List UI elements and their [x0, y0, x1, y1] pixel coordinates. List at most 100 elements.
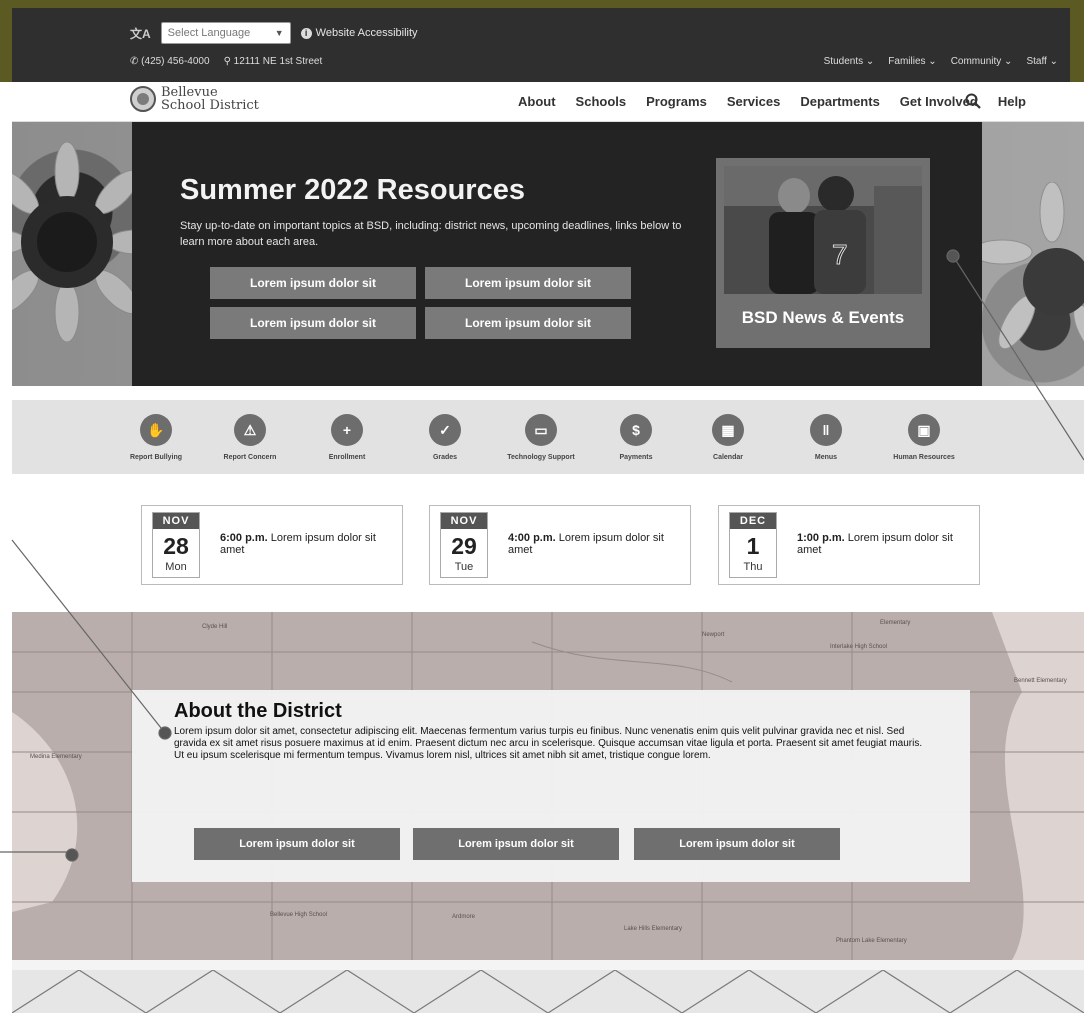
- quick-link-label: Menus: [814, 454, 838, 461]
- hero-banner: Summer 2022 Resources Stay up-to-date on…: [12, 122, 1084, 386]
- district-logo[interactable]: Bellevue School District: [130, 86, 259, 112]
- about-button-1[interactable]: Lorem ipsum dolor sit: [194, 828, 400, 860]
- quick-links-bar: ✋ Report Bullying ⚠ Report Concern + Enr…: [12, 400, 1084, 474]
- dollar-icon: $: [620, 414, 652, 446]
- district-map: Elementary Bennett Elementary Medina Ele…: [12, 612, 1084, 960]
- address-link[interactable]: ⚲ 12111 NE 1st Street: [224, 56, 323, 67]
- quick-link-human-resources[interactable]: ▣ Human Resources: [876, 414, 972, 461]
- map-label: Interlake High School: [830, 644, 887, 650]
- softball-players-image: 7: [724, 166, 922, 294]
- hero-button-1[interactable]: Lorem ipsum dolor sit: [210, 267, 416, 299]
- logo-text: Bellevue School District: [161, 86, 259, 112]
- utensils-icon: ǁ: [810, 414, 842, 446]
- hero-description: Stay up-to-date on important topics at B…: [180, 220, 682, 248]
- nav-schools[interactable]: Schools: [576, 94, 627, 109]
- location-pin-icon: ⚲: [223, 56, 234, 67]
- event-day: 28: [163, 533, 189, 559]
- accessibility-label: Website Accessibility: [315, 27, 418, 39]
- page: 文A Select Language ▼ i Website Accessibi…: [0, 0, 1084, 1013]
- map-label: Bellevue High School: [270, 912, 327, 918]
- event-card-3[interactable]: DEC 1 Thu 1:00 p.m. Lorem ipsum dolor si…: [718, 505, 980, 585]
- search-icon[interactable]: [964, 92, 982, 110]
- audience-families[interactable]: Families ⌄: [888, 56, 936, 67]
- map-label: Bennett Elementary: [1014, 678, 1067, 684]
- event-card-1[interactable]: NOV 28 Mon 6:00 p.m. Lorem ipsum dolor s…: [141, 505, 403, 585]
- event-month: DEC: [730, 513, 776, 529]
- quick-link-report-concern[interactable]: ⚠ Report Concern: [202, 414, 298, 461]
- event-card-2[interactable]: NOV 29 Tue 4:00 p.m. Lorem ipsum dolor s…: [429, 505, 691, 585]
- about-button-3[interactable]: Lorem ipsum dolor sit: [634, 828, 840, 860]
- phone-link[interactable]: ✆ (425) 456-4000: [130, 56, 210, 67]
- nav-help[interactable]: Help: [998, 94, 1026, 109]
- nav-departments[interactable]: Departments: [800, 94, 879, 109]
- audience-students[interactable]: Students ⌄: [824, 56, 875, 67]
- chevron-down-icon: ⌄: [865, 56, 875, 67]
- quick-link-payments[interactable]: $ Payments: [588, 414, 684, 461]
- about-button-2[interactable]: Lorem ipsum dolor sit: [413, 828, 619, 860]
- quick-link-menus[interactable]: ǁ Menus: [778, 414, 874, 461]
- calendar-icon: ▦: [712, 414, 744, 446]
- hero-panel: Summer 2022 Resources Stay up-to-date on…: [132, 122, 982, 386]
- chevron-down-icon: ▼: [274, 28, 284, 38]
- annotation-frame-right: [1070, 0, 1084, 82]
- event-description: 6:00 p.m. Lorem ipsum dolor sit amet: [220, 532, 390, 556]
- quick-link-label: Human Resources: [893, 454, 955, 461]
- nav-programs[interactable]: Programs: [646, 94, 707, 109]
- annotation-frame-top: [0, 0, 1084, 8]
- quick-link-enrollment[interactable]: + Enrollment: [299, 414, 395, 461]
- quick-link-label: Technology Support: [507, 454, 575, 461]
- audience-nav: Students ⌄ Families ⌄ Community ⌄ Staff …: [824, 56, 1058, 67]
- event-weekday: Tue: [454, 561, 474, 573]
- event-time: 4:00 p.m.: [508, 532, 556, 544]
- district-seal-icon: [130, 86, 156, 112]
- audience-community[interactable]: Community ⌄: [951, 56, 1013, 67]
- map-label: Medina Elementary: [30, 754, 82, 760]
- event-month: NOV: [153, 513, 199, 529]
- audience-staff[interactable]: Staff ⌄: [1026, 56, 1058, 67]
- nav-about[interactable]: About: [518, 94, 556, 109]
- jersey-number: 7: [832, 239, 848, 270]
- hand-icon: ✋: [140, 414, 172, 446]
- quick-link-report-bullying[interactable]: ✋ Report Bullying: [108, 414, 204, 461]
- about-district-card: About the District Lorem ipsum dolor sit…: [132, 690, 970, 882]
- event-month: NOV: [441, 513, 487, 529]
- check-icon: ✓: [429, 414, 461, 446]
- chevron-down-icon: ⌄: [1049, 56, 1058, 67]
- event-date-badge: NOV 29 Tue: [440, 512, 488, 578]
- news-photo: 7: [724, 166, 922, 294]
- accessibility-link[interactable]: i Website Accessibility: [300, 27, 418, 39]
- event-time: 1:00 p.m.: [797, 532, 845, 544]
- quick-link-label: Report Bullying: [129, 454, 183, 461]
- hero-button-3[interactable]: Lorem ipsum dolor sit: [210, 307, 416, 339]
- utility-bar: 文A Select Language ▼ i Website Accessibi…: [12, 8, 1070, 82]
- quick-link-grades[interactable]: ✓ Grades: [397, 414, 493, 461]
- map-label: Elementary: [880, 620, 910, 626]
- quick-link-technology-support[interactable]: ▭ Technology Support: [493, 414, 589, 461]
- utility-row-top: 文A Select Language ▼ i Website Accessibi…: [130, 22, 418, 44]
- language-select[interactable]: Select Language ▼: [160, 22, 291, 44]
- phone-number: (425) 456-4000: [141, 56, 210, 67]
- chevron-down-icon: ⌄: [1004, 56, 1013, 67]
- event-time: 6:00 p.m.: [220, 532, 268, 544]
- language-select-value: Select Language: [167, 27, 251, 39]
- hero-button-4[interactable]: Lorem ipsum dolor sit: [425, 307, 631, 339]
- address-text: 12111 NE 1st Street: [233, 56, 323, 67]
- news-events-card[interactable]: 7 BSD News & Events: [716, 158, 930, 348]
- laptop-icon: ▭: [525, 414, 557, 446]
- event-weekday: Mon: [165, 561, 187, 573]
- event-day: 1: [746, 533, 760, 559]
- map-label: Clyde Hill: [202, 624, 227, 630]
- quick-link-label: Calendar: [713, 454, 743, 461]
- audience-community-label: Community: [950, 56, 1002, 67]
- news-events-label: BSD News & Events: [741, 308, 905, 327]
- quick-link-calendar[interactable]: ▦ Calendar: [680, 414, 776, 461]
- info-icon: i: [300, 27, 312, 39]
- quick-link-label: Report Concern: [223, 454, 277, 461]
- audience-staff-label: Staff: [1026, 56, 1047, 67]
- quick-link-label: Enrollment: [328, 454, 366, 461]
- footer-band: [12, 960, 1084, 1013]
- about-text: Lorem ipsum dolor sit amet, consectetur …: [174, 726, 923, 761]
- add-user-icon: +: [331, 414, 363, 446]
- hero-button-2[interactable]: Lorem ipsum dolor sit: [425, 267, 631, 299]
- nav-services[interactable]: Services: [727, 94, 781, 109]
